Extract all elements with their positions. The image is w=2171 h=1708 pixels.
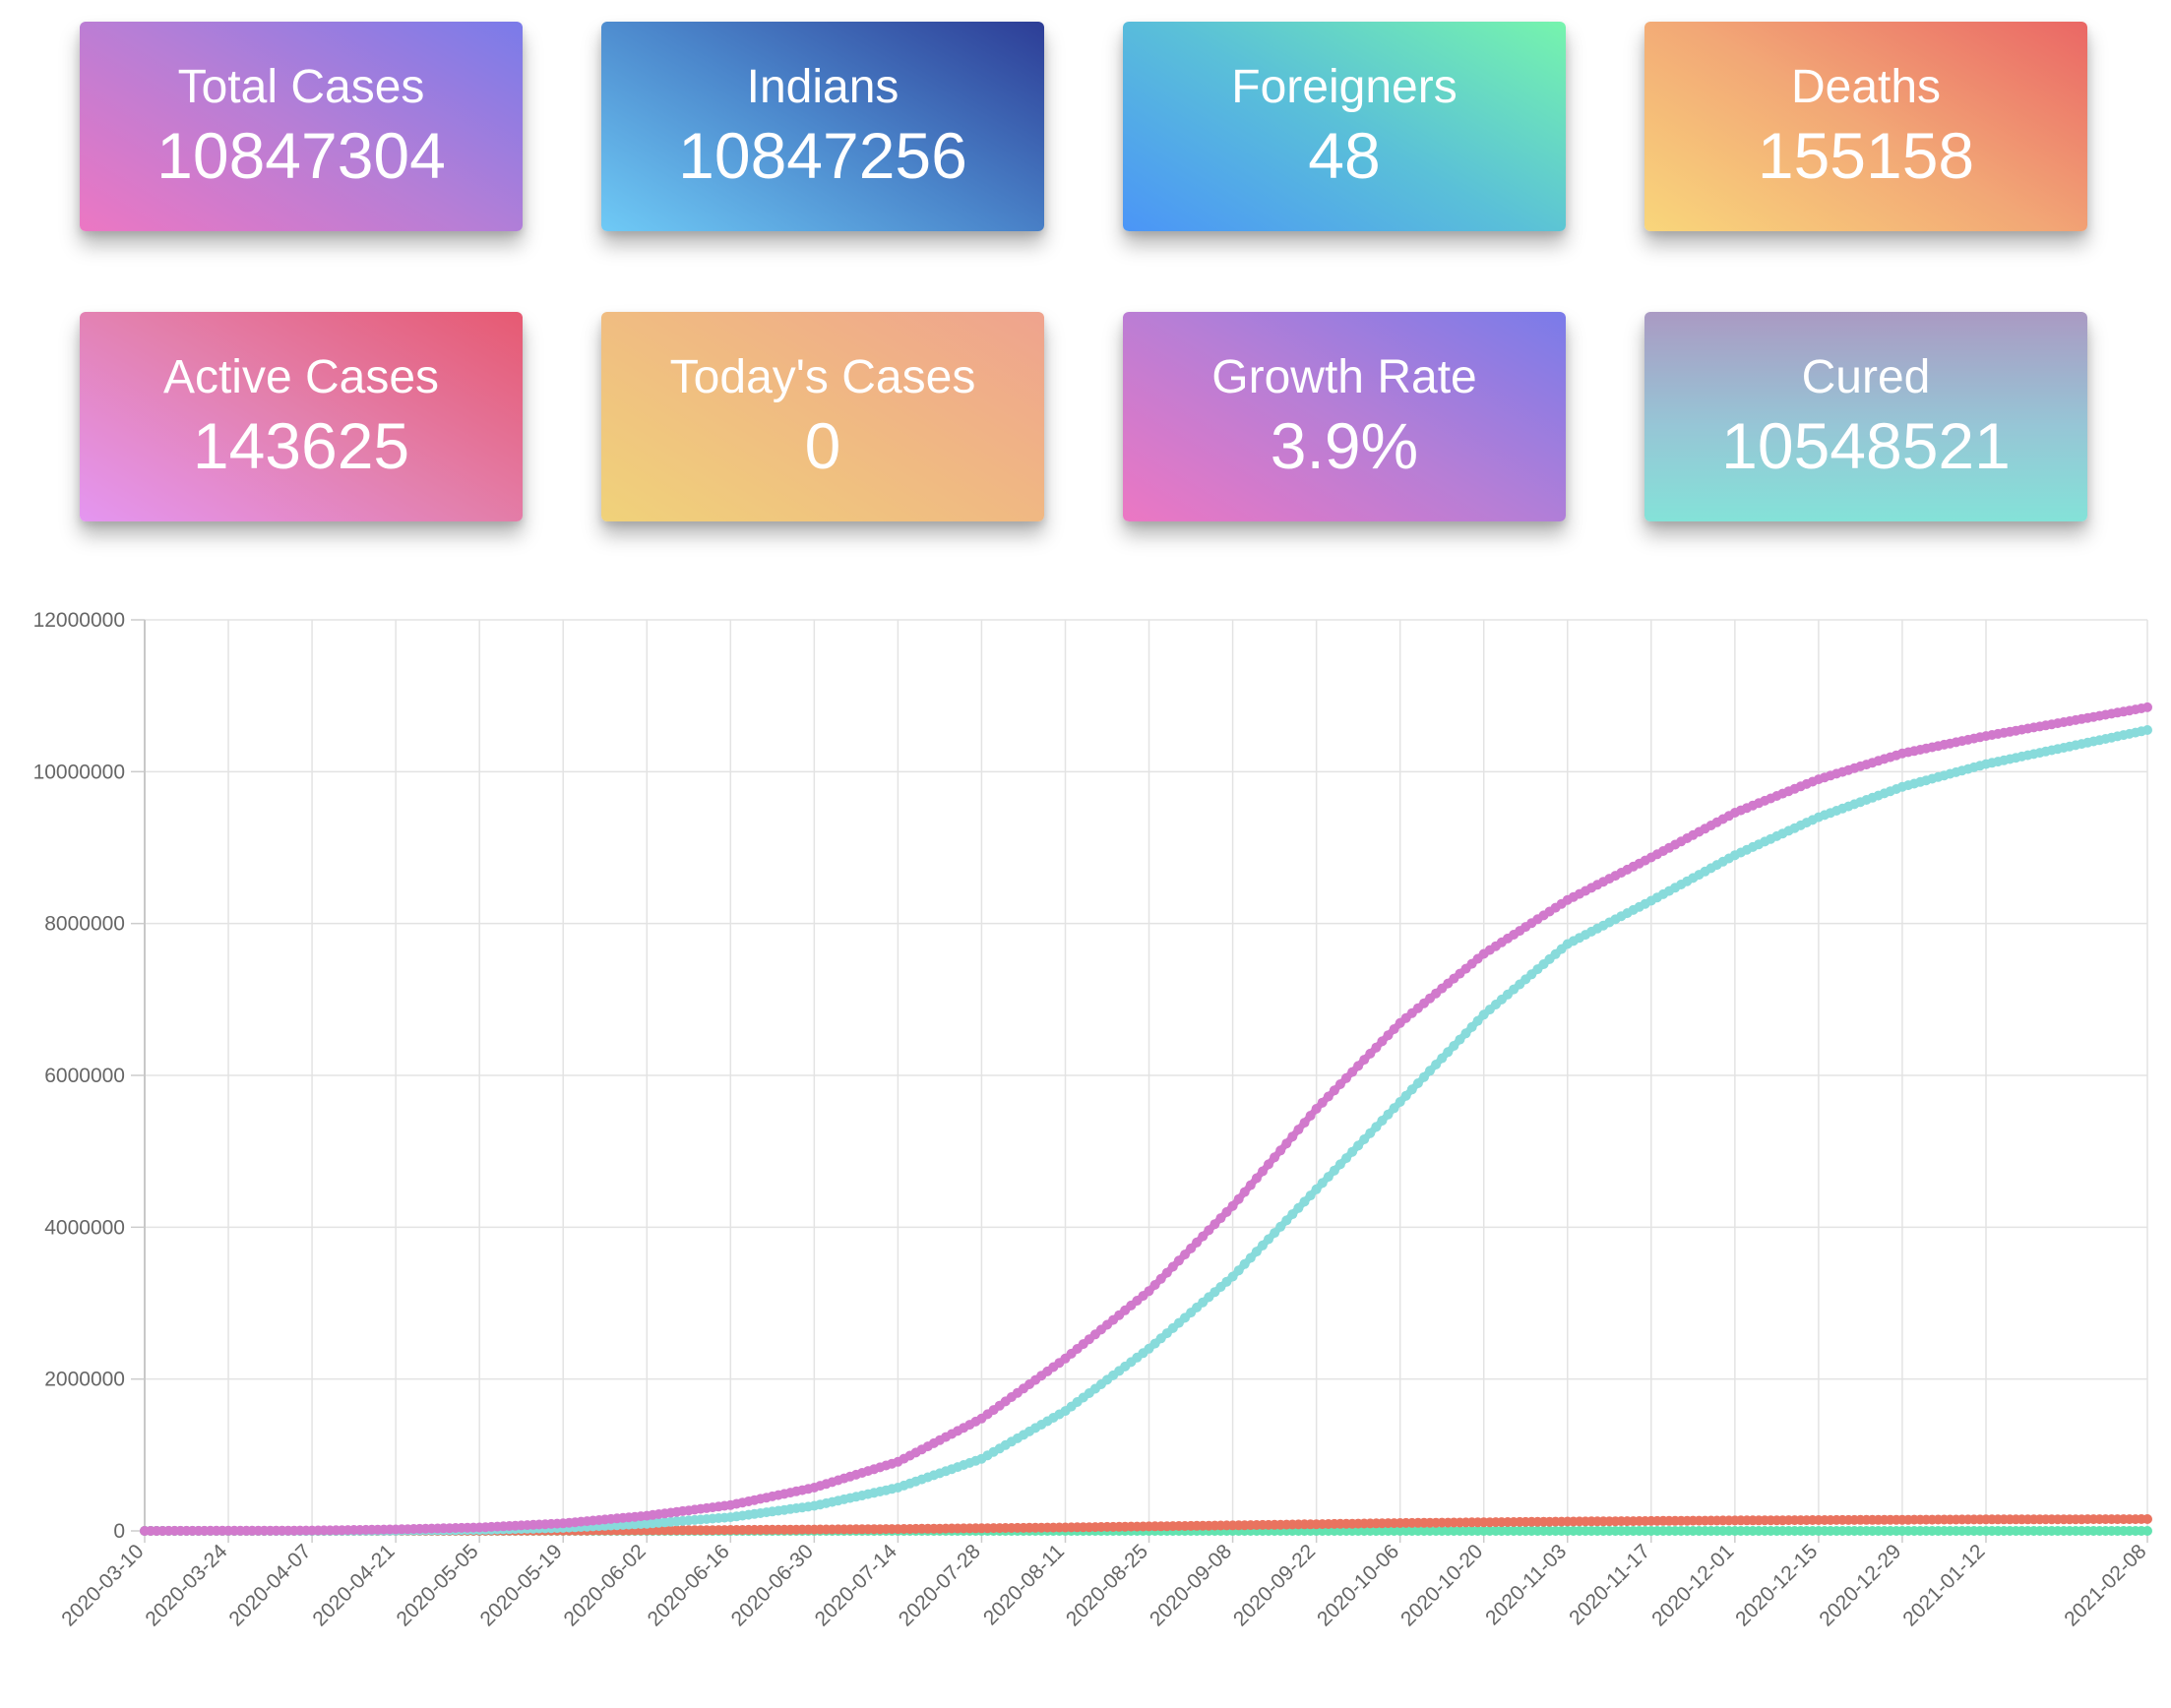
series-line — [145, 726, 2148, 1535]
x-tick-label: 2020-08-11 — [979, 1540, 1069, 1629]
y-tick-label: 2000000 — [44, 1369, 125, 1391]
card-value: 10847304 — [156, 119, 446, 192]
x-tick-label: 2020-05-05 — [392, 1540, 482, 1630]
card-label: Indians — [746, 61, 899, 113]
x-tick-label: 2020-07-28 — [895, 1540, 985, 1630]
card-deaths: Deaths 155158 — [1644, 22, 2087, 231]
card-foreigners: Foreigners 48 — [1123, 22, 1566, 231]
card-indians: Indians 10847256 — [601, 22, 1044, 231]
x-tick-label: 2020-06-30 — [727, 1540, 818, 1630]
x-tick-label: 2021-01-12 — [1898, 1540, 1989, 1630]
card-label: Total Cases — [177, 61, 425, 113]
card-active-cases: Active Cases 143625 — [80, 312, 523, 521]
x-tick-label: 2020-04-07 — [224, 1540, 315, 1630]
x-tick-label: 2020-03-10 — [57, 1540, 148, 1630]
x-tick-label: 2020-10-20 — [1396, 1540, 1487, 1630]
card-value: 143625 — [192, 409, 410, 482]
x-tick-label: 2020-12-29 — [1815, 1540, 1905, 1630]
y-tick-label: 10000000 — [33, 761, 125, 783]
y-tick-label: 12000000 — [33, 609, 125, 632]
x-tick-label: 2020-07-14 — [811, 1540, 901, 1630]
card-value: 0 — [804, 409, 841, 482]
y-tick-label: 8000000 — [44, 913, 125, 936]
y-tick-label: 0 — [113, 1520, 125, 1543]
x-tick-label: 2020-08-25 — [1062, 1540, 1152, 1630]
card-label: Foreigners — [1231, 61, 1458, 113]
x-tick-label: 2020-12-15 — [1731, 1540, 1822, 1630]
card-value: 48 — [1308, 119, 1381, 192]
card-cured: Cured 10548521 — [1644, 312, 2087, 521]
chart-grid — [144, 619, 2148, 1532]
card-growth-rate: Growth Rate 3.9% — [1123, 312, 1566, 521]
data-point — [2142, 1514, 2152, 1524]
x-tick-label: 2020-09-22 — [1229, 1540, 1320, 1630]
x-axis: 2020-03-102020-03-242020-04-072020-04-21… — [57, 1530, 2151, 1630]
x-tick-label: 2020-10-06 — [1313, 1540, 1403, 1630]
series-line — [145, 703, 2148, 1535]
x-tick-label: 2020-12-01 — [1647, 1540, 1738, 1630]
card-value: 3.9% — [1270, 409, 1419, 482]
data-point — [2142, 702, 2152, 712]
x-tick-label: 2021-02-08 — [2060, 1540, 2150, 1630]
y-axis: 0 2000000 4000000 6000000 8000000 10000000 120… — [33, 609, 146, 1543]
series-total-cases — [140, 702, 2152, 1536]
card-todays-cases: Today's Cases 0 — [601, 312, 1044, 521]
x-tick-label: 2020-06-16 — [644, 1540, 734, 1630]
x-tick-label: 2020-09-08 — [1146, 1540, 1236, 1630]
x-tick-label: 2020-06-02 — [560, 1540, 651, 1630]
card-value: 10847256 — [678, 119, 967, 192]
data-point — [2142, 1526, 2152, 1536]
chart-series — [140, 702, 2152, 1536]
card-label: Active Cases — [162, 351, 440, 403]
card-label: Today's Cases — [669, 351, 976, 403]
x-tick-label: 2020-04-21 — [308, 1540, 399, 1630]
card-value: 10548521 — [1721, 409, 2011, 482]
y-tick-label: 6000000 — [44, 1065, 125, 1087]
x-tick-label: 2020-03-24 — [141, 1540, 231, 1630]
data-point — [2142, 725, 2152, 735]
card-label: Cured — [1801, 351, 1931, 403]
series-cured — [140, 725, 2152, 1536]
stat-cards: Total Cases 10847304 Indians 10847256 Fo… — [0, 0, 2171, 551]
card-label: Deaths — [1790, 61, 1942, 113]
x-tick-label: 2020-11-03 — [1481, 1540, 1571, 1629]
line-chart: 0 2000000 4000000 6000000 8000000 10000000 120… — [33, 609, 2152, 1630]
card-value: 155158 — [1757, 119, 1975, 192]
card-total-cases: Total Cases 10847304 — [80, 22, 523, 231]
card-label: Growth Rate — [1211, 351, 1477, 403]
y-tick-label: 4000000 — [44, 1216, 125, 1239]
x-tick-label: 2020-11-17 — [1565, 1540, 1654, 1629]
x-tick-label: 2020-05-19 — [476, 1540, 567, 1630]
